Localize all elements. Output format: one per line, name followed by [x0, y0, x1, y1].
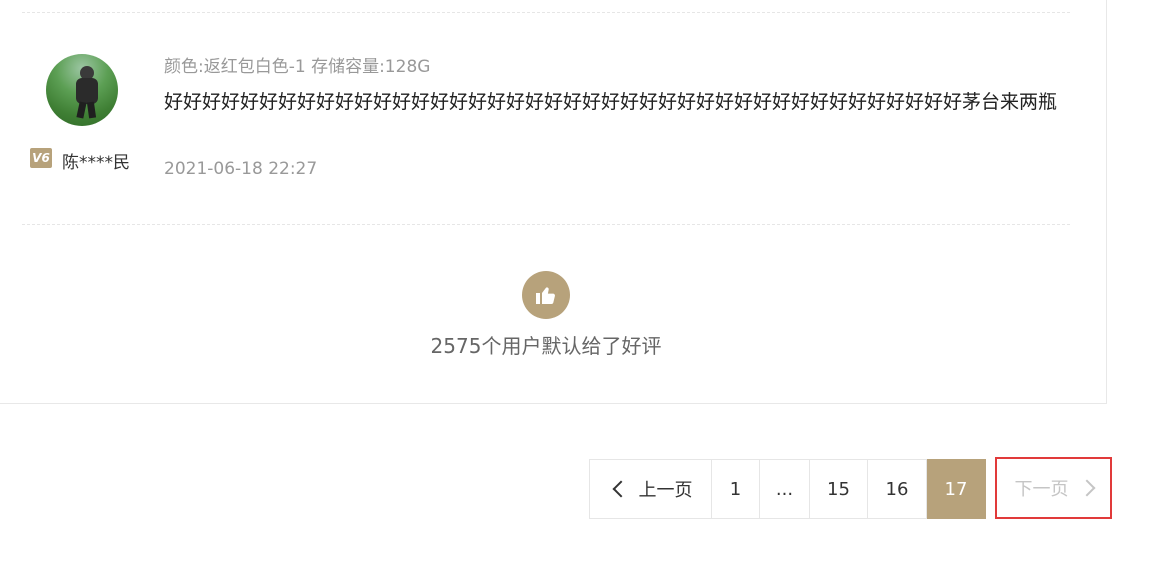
divider [22, 224, 1070, 225]
vip-level-icon: V6 [30, 148, 52, 168]
chevron-right-icon [1078, 479, 1095, 497]
chevron-left-icon [612, 480, 629, 498]
next-page-button[interactable]: 下一页 [995, 457, 1112, 519]
product-spec: 颜色:返红包白色-1 存储容量:128G [164, 57, 431, 77]
review-panel: V6 陈****民 颜色:返红包白色-1 存储容量:128G 好好好好好好好好好… [0, 0, 1107, 404]
next-page-label: 下一页 [1014, 479, 1069, 500]
reviewer-name: 陈****民 [62, 153, 130, 173]
page-ellipsis: ... [760, 459, 810, 519]
default-good-review-count: 2575个用户默认给了好评 [430, 334, 662, 358]
review-content: 好好好好好好好好好好好好好好好好好好好好好好好好好好好好好好好好好好好好好好好好… [164, 91, 1058, 113]
avatar-figure-leg [86, 101, 97, 119]
page-17-button-current[interactable]: 17 [927, 459, 986, 519]
prev-page-button[interactable]: 上一页 [589, 459, 712, 519]
thumbs-up-icon [522, 271, 570, 319]
prev-page-label: 上一页 [638, 480, 693, 501]
review-date: 2021-06-18 22:27 [164, 159, 318, 179]
avatar-figure-leg [76, 101, 87, 119]
avatar [46, 54, 118, 126]
page-15-button[interactable]: 15 [810, 459, 868, 519]
page-16-button[interactable]: 16 [868, 459, 927, 519]
divider [22, 12, 1070, 13]
avatar-figure-body [76, 78, 98, 104]
page-1-button[interactable]: 1 [712, 459, 760, 519]
pagination: 上一页 1 ... 15 16 17 [589, 459, 986, 519]
